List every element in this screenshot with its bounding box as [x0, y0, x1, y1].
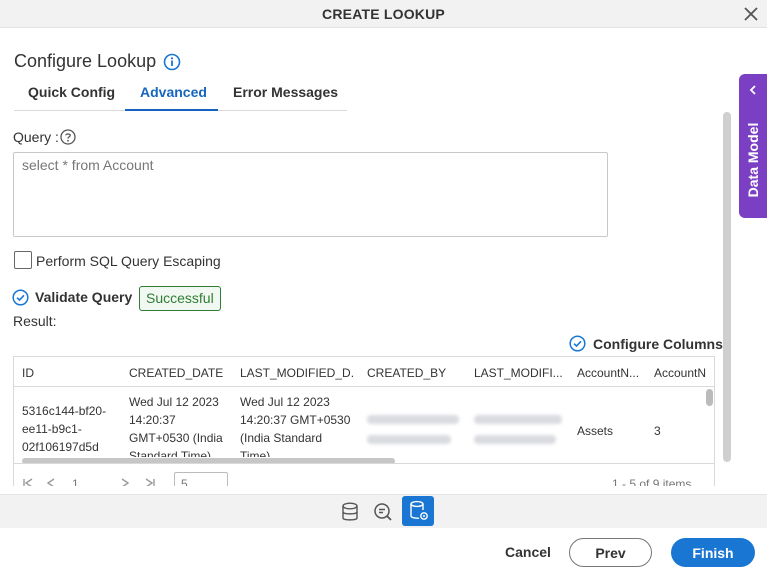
cell-id: 5316c144-bf20- ee11-b9c1- 02f106197d5d	[22, 404, 107, 454]
chevron-left-icon	[749, 85, 756, 95]
dialog-footer: Cancel Prev Finish	[0, 528, 767, 572]
column-header-id[interactable]: ID	[22, 366, 122, 380]
current-page[interactable]: 1	[72, 477, 79, 486]
check-circle-icon[interactable]	[12, 289, 29, 306]
column-header-created-by[interactable]: CREATED_BY	[367, 366, 467, 380]
help-icon[interactable]	[60, 129, 76, 145]
finish-button[interactable]: Finish	[671, 538, 755, 567]
cell-created-date: Wed Jul 12 2023 14:20:37 GMT+0530 (India…	[129, 395, 223, 457]
cell-last-modified-date: Wed Jul 12 2023 14:20:37 GMT+0530 (India…	[240, 395, 351, 457]
last-page-icon[interactable]	[144, 478, 156, 486]
validate-query-button[interactable]: Validate Query	[35, 289, 132, 305]
page-title: Configure Lookup	[14, 51, 157, 71]
database-settings-button[interactable]	[402, 496, 434, 526]
query-label: Query :	[13, 129, 59, 145]
column-header-last-modified-date[interactable]: LAST_MODIFIED_D...	[240, 366, 355, 380]
active-tab-indicator	[125, 109, 218, 111]
pager-summary: 1 - 5 of 9 items	[612, 477, 692, 486]
search-query-icon[interactable]	[370, 499, 396, 525]
tab-error-messages[interactable]: Error Messages	[233, 84, 338, 100]
page-size-select[interactable]: 5	[174, 472, 228, 486]
dialog-title: CREATE LOOKUP	[322, 6, 445, 22]
sql-escaping-checkbox[interactable]	[14, 251, 32, 269]
check-circle-icon[interactable]	[569, 335, 586, 352]
cancel-button[interactable]: Cancel	[500, 540, 556, 564]
sql-escaping-label: Perform SQL Query Escaping	[36, 253, 221, 269]
cell-account-name: Assets	[577, 424, 614, 438]
prev-page-icon[interactable]	[46, 478, 56, 486]
next-page-icon[interactable]	[120, 478, 130, 486]
dialog-titlebar: CREATE LOOKUP	[0, 0, 767, 28]
column-header-created-date[interactable]: CREATED_DATE	[129, 366, 234, 380]
result-label: Result:	[13, 313, 57, 329]
data-model-label: Data Model	[745, 122, 761, 198]
tab-quick-config[interactable]: Quick Config	[28, 84, 115, 100]
column-header-account-number[interactable]: AccountN	[654, 366, 712, 380]
column-header-last-modified-by[interactable]: LAST_MODIFI...	[474, 366, 569, 380]
query-input[interactable]: select * from Account	[13, 152, 608, 237]
column-header-account-name[interactable]: AccountN...	[577, 366, 647, 380]
grid-vertical-scrollbar[interactable]	[706, 389, 713, 406]
tab-bar: Quick Config Advanced Error Messages	[14, 80, 347, 111]
configure-columns-button[interactable]: Configure Columns	[593, 336, 723, 352]
grid-pager: 1 5 1 - 5 of 9 items	[13, 464, 715, 486]
result-grid: ID CREATED_DATE LAST_MODIFIED_D... CREAT…	[13, 356, 715, 464]
close-icon[interactable]	[741, 4, 761, 24]
prev-button[interactable]: Prev	[569, 538, 652, 567]
data-model-panel-tab[interactable]: Data Model	[739, 74, 767, 218]
bottom-icon-toolbar	[0, 494, 767, 528]
cell-account-number: 3	[654, 424, 661, 438]
tab-advanced[interactable]: Advanced	[140, 84, 207, 100]
info-icon[interactable]	[163, 53, 181, 71]
grid-header: ID CREATED_DATE LAST_MODIFIED_D... CREAT…	[14, 357, 714, 387]
database-icon[interactable]	[337, 499, 363, 525]
first-page-icon[interactable]	[22, 478, 34, 486]
status-badge: Successful	[139, 286, 221, 311]
database-gear-icon	[410, 500, 428, 520]
main-vertical-scrollbar[interactable]	[723, 112, 731, 462]
